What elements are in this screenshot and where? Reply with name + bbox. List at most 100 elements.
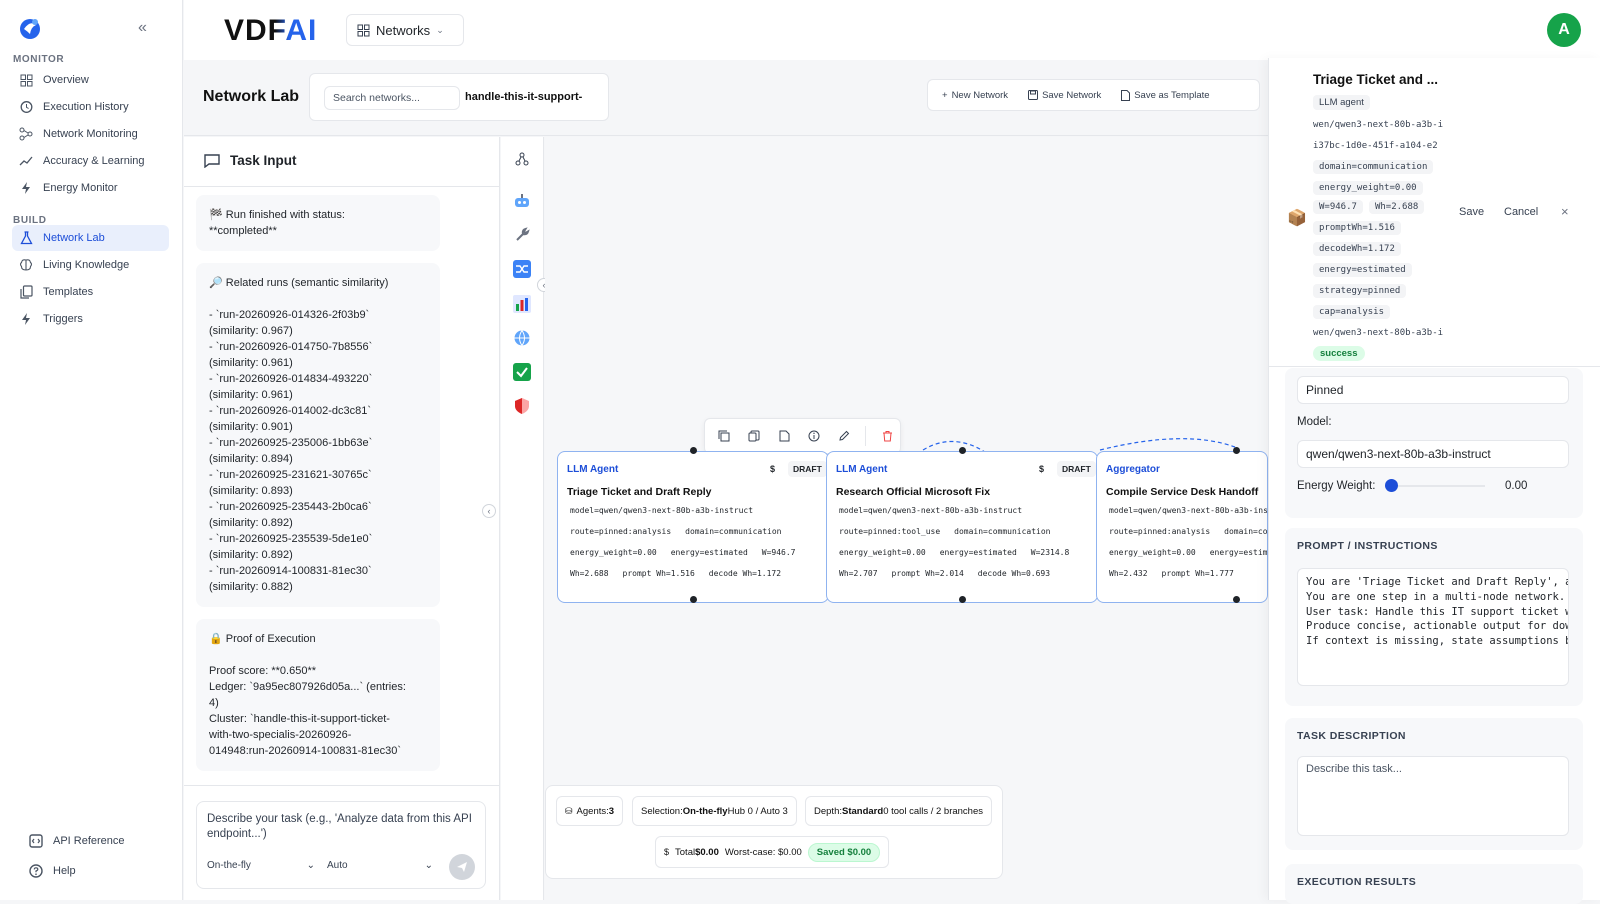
grid-icon [357,24,370,37]
api-reference-link[interactable]: API Reference [22,828,179,854]
cancel-button[interactable]: Cancel [1504,206,1538,218]
sidebar-item-triggers[interactable]: Triggers [12,306,169,332]
related-run-id[interactable]: - `run-20260914-100831-81ec30` [209,563,427,579]
related-run-similarity: (similarity: 0.892) [209,549,293,561]
agents-stat: ⛁ Agents: 3 [556,796,624,826]
dollar-icon: $ [664,847,670,857]
robot-icon[interactable] [510,189,534,213]
energy-weight-label: Energy Weight: [1297,480,1376,492]
sidebar-item-network-monitoring[interactable]: Network Monitoring [12,121,169,147]
node-meta-pill: decode Wh=1.172 [708,569,782,578]
brand-logo[interactable]: VDFAI [224,14,317,48]
related-run-id[interactable]: - `run-20260925-231621-30765c` [209,467,427,483]
close-icon[interactable]: × [1561,204,1569,219]
sidebar-item-label: Execution History [43,101,129,113]
send-button[interactable] [449,854,475,880]
hierarchy-icon[interactable] [510,147,534,171]
save-network-button[interactable]: Save Network [1028,90,1101,101]
sidebar-item-network-lab[interactable]: Network Lab [12,225,169,251]
meta-pill: i37bc-1d0e-451f-a104-e2 [1313,141,1438,151]
shuffle-icon[interactable] [510,257,534,281]
proof-line: Cluster: `handle-this-it-support-ticket- [209,713,390,725]
depth-label: Depth: [814,805,842,817]
meta-pill: promptWh=1.516 [1313,221,1401,235]
meta-pill: energy=estimated [1313,263,1412,277]
network-name[interactable]: handle-this-it-support- [465,91,582,103]
shield-icon[interactable] [510,394,534,418]
related-runs-title: 🔎 Related runs (semantic similarity) [209,277,389,289]
wrench-icon[interactable] [510,223,534,247]
node-handle[interactable] [1233,596,1240,603]
mode-select[interactable]: On-the-fly ⌄ [207,860,315,871]
sidebar-item-label: Energy Monitor [43,182,118,194]
model-input[interactable]: qwen/qwen3-next-80b-a3b-instruct [1297,440,1569,468]
related-run-id[interactable]: - `run-20260926-014002-dc3c81` [209,403,427,419]
flask-icon [18,230,34,246]
sidebar-item-execution-history[interactable]: Execution History [12,94,169,120]
model-select[interactable]: Auto ⌄ [327,860,433,871]
related-run-id[interactable]: - `run-20260925-235006-1bb63e` [209,435,427,451]
check-icon[interactable] [510,360,534,384]
node-palette: ‹ [501,137,551,900]
copy-icon [18,284,34,300]
sidebar-item-templates[interactable]: Templates [12,279,169,305]
node-handle[interactable] [959,447,966,454]
related-run-similarity: (similarity: 0.894) [209,453,293,465]
prompt-heading: PROMPT / INSTRUCTIONS [1297,540,1438,552]
node-meta-pill: model=qwen/qwen3-next-80b-a3b-instruct [839,506,1023,515]
strategy-select[interactable]: Pinned [1297,376,1569,404]
depth-rest: 0 tool calls / 2 branches [883,805,983,817]
related-run-id[interactable]: - `run-20260925-235443-2b0ca6` [209,499,427,515]
sidebar-item-living-knowledge[interactable]: Living Knowledge [12,252,169,278]
node-meta-pill: W=946.7 [761,548,796,557]
save-template-button[interactable]: Save as Template [1121,89,1210,101]
proof-line: 4) [209,697,219,709]
status-badge: success [1313,346,1365,361]
bar-chart-icon[interactable] [510,292,534,316]
network-icon [18,126,34,142]
node-meta-row: energy_weight=0.00 energy=estimated W=2314… [836,546,1072,559]
collapse-sidebar-icon[interactable]: « [138,20,147,36]
networks-dropdown[interactable]: Networks ⌄ [346,14,464,46]
sidebar-item-accuracy-learning[interactable]: Accuracy & Learning [12,148,169,174]
network-canvas[interactable]: LLM Agent $ DRAFT Triage Ticket and Draft R… [545,137,1268,900]
cost-stat: $ Total$0.00 Worst-case: $0.00 Saved $0.… [655,836,890,868]
app-logo-icon[interactable] [18,16,42,40]
network-node[interactable]: LLM Agent $ DRAFT Triage Ticket and Draft R… [557,451,829,603]
save-network-label: Save Network [1042,89,1102,101]
chevron-down-icon: ⌄ [424,860,433,871]
help-link[interactable]: Help [22,858,179,884]
network-node[interactable]: Aggregator Compile Service Desk Handoff mo… [1096,451,1268,603]
depth-stat: Depth: Standard 0 tool calls / 2 branches [805,796,992,826]
related-run-id[interactable]: - `run-20260926-014834-493220` [209,371,427,387]
node-meta-pill: model=qwen/qwen3-next-80b-a3b-instruct [1109,506,1268,515]
globe-icon[interactable] [510,326,534,350]
node-handle[interactable] [1233,447,1240,454]
save-button[interactable]: Save [1459,206,1484,218]
task-description-textarea[interactable]: Describe this task... [1297,756,1569,836]
node-handle[interactable] [690,447,697,454]
new-network-button[interactable]: + New Network [942,90,1008,101]
user-avatar[interactable]: A [1547,13,1581,47]
task-textarea[interactable]: Describe your task (e.g., 'Analyze data … [207,812,477,842]
sidebar-item-energy-monitor[interactable]: Energy Monitor [12,175,169,201]
meta-pill: decodeWh=1.172 [1313,242,1401,256]
node-meta-row: Wh=2.707 prompt Wh=2.014 decode Wh=0.693 [836,567,1072,580]
sidebar: « MONITOR Overview Execution History Netwo… [0,0,183,900]
related-run-id[interactable]: - `run-20260926-014326-2f03b9` [209,307,427,323]
node-handle[interactable] [959,596,966,603]
config-card: Pinned Model: qwen/qwen3-next-80b-a3b-in… [1285,368,1583,518]
network-node[interactable]: LLM Agent $ DRAFT Research Official Microso… [826,451,1098,603]
node-handle[interactable] [690,596,697,603]
search-input[interactable]: Search networks... [324,86,460,110]
prompt-textarea[interactable]: You are 'Triage Ticket and Draft Reply',… [1297,568,1569,686]
sidebar-item-overview[interactable]: Overview [12,67,169,93]
chat-log[interactable]: 🏁 Run finished with status: **completed*… [196,195,440,885]
related-run-similarity: (similarity: 0.892) [209,517,293,529]
selection-rest: Hub 0 / Auto 3 [727,805,788,817]
collapse-panel-icon[interactable]: ‹ [482,504,496,518]
slider-thumb[interactable] [1385,479,1398,492]
energy-weight-slider[interactable] [1385,479,1485,493]
related-run-id[interactable]: - `run-20260926-014750-7b8556` [209,339,427,355]
related-run-id[interactable]: - `run-20260925-235539-5de1e0` [209,531,427,547]
